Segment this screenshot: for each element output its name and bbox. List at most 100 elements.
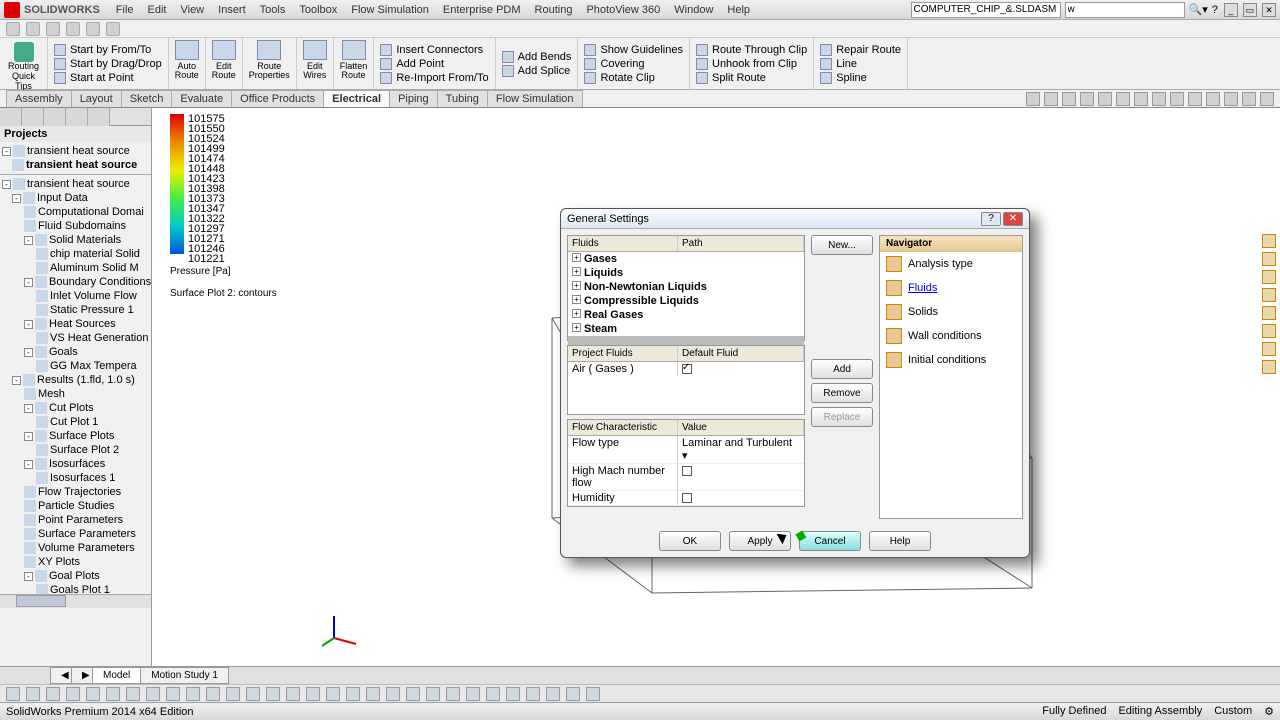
view-icon-5[interactable] (1116, 92, 1130, 106)
nav-initial-conditions[interactable]: Initial conditions (880, 348, 1022, 372)
add-button[interactable]: Add (811, 359, 873, 379)
tab-layout[interactable]: Layout (71, 90, 122, 107)
ribbon-auto-route[interactable]: Auto Route (169, 38, 206, 89)
view-icon-10[interactable] (1206, 92, 1220, 106)
graphics-viewport[interactable]: 1015751015501015241014991014741014481014… (152, 108, 1280, 698)
tab-electrical[interactable]: Electrical (323, 90, 390, 107)
fs-tool-8[interactable] (1262, 360, 1276, 374)
ribbon-re-import-from-to[interactable]: Re-Import From/To (378, 71, 490, 85)
nav-analysis-type[interactable]: Analysis type (880, 252, 1022, 276)
menu-enterprise-pdm[interactable]: Enterprise PDM (437, 2, 527, 18)
dialog-close-button[interactable]: ✕ (1003, 212, 1023, 226)
tab-office-products[interactable]: Office Products (231, 90, 324, 107)
tree-particle-studies[interactable]: Particle Studies (0, 499, 151, 513)
panel-scrollbar[interactable] (0, 594, 151, 608)
view-icon-8[interactable] (1170, 92, 1184, 106)
fs-tool-1[interactable] (1262, 234, 1276, 248)
tree-vs-heat-generation[interactable]: VS Heat Generation (0, 331, 151, 345)
new-icon[interactable] (6, 22, 20, 36)
tree-isosurfaces[interactable]: -Isosurfaces (0, 457, 151, 471)
tree-inlet-volume-flow[interactable]: Inlet Volume Flow (0, 289, 151, 303)
btool-5[interactable] (106, 687, 120, 701)
fs-tool-6[interactable] (1262, 324, 1276, 338)
tree-transient-heat-source[interactable]: -transient heat source (0, 144, 151, 158)
menu-insert[interactable]: Insert (212, 2, 252, 18)
btool-24[interactable] (486, 687, 500, 701)
btool-3[interactable] (66, 687, 80, 701)
flow-high-mach-number-flow[interactable]: High Mach number flow (568, 464, 804, 491)
orientation-triad[interactable] (322, 610, 362, 653)
menu-window[interactable]: Window (668, 2, 719, 18)
tree-volume-parameters[interactable]: Volume Parameters (0, 541, 151, 555)
fluid-compressible-liquids[interactable]: +Compressible Liquids (568, 294, 804, 308)
btool-7[interactable] (146, 687, 160, 701)
search-icon[interactable]: 🔍▾ (1189, 3, 1208, 16)
btool-17[interactable] (346, 687, 360, 701)
btool-0[interactable] (6, 687, 20, 701)
btool-9[interactable] (186, 687, 200, 701)
btool-6[interactable] (126, 687, 140, 701)
ribbon-unhook-from-clip[interactable]: Unhook from Clip (694, 57, 809, 71)
tree-results-1-fld-1-0-s-[interactable]: -Results (1.fld, 1.0 s) (0, 373, 151, 387)
ribbon-line[interactable]: Line (818, 57, 903, 71)
status-icon[interactable]: ⚙ (1264, 705, 1274, 718)
btool-20[interactable] (406, 687, 420, 701)
ribbon-spline[interactable]: Spline (818, 71, 903, 85)
ribbon-flatten-route[interactable]: Flatten Route (334, 38, 375, 89)
ribbon-add-splice[interactable]: Add Splice (500, 64, 574, 78)
replace-button[interactable]: Replace (811, 407, 873, 427)
view-icon-12[interactable] (1242, 92, 1256, 106)
tree-computational-domai[interactable]: Computational Domai (0, 205, 151, 219)
flow-characteristic-list[interactable]: Flow Characteristic Value Flow typeLamin… (567, 419, 805, 507)
fs-tool-5[interactable] (1262, 306, 1276, 320)
ribbon-route-through-clip[interactable]: Route Through Clip (694, 43, 809, 57)
fluid-real-gases[interactable]: +Real Gases (568, 308, 804, 322)
view-icon-6[interactable] (1134, 92, 1148, 106)
btool-15[interactable] (306, 687, 320, 701)
btab-model[interactable]: Model (92, 667, 141, 684)
minimize-button[interactable]: _ (1224, 3, 1238, 17)
fs-tool-7[interactable] (1262, 342, 1276, 356)
tree-point-parameters[interactable]: Point Parameters (0, 513, 151, 527)
ribbon-split-route[interactable]: Split Route (694, 71, 809, 85)
btool-25[interactable] (506, 687, 520, 701)
tree-xy-plots[interactable]: XY Plots (0, 555, 151, 569)
view-icon-7[interactable] (1152, 92, 1166, 106)
tree-gg-max-tempera[interactable]: GG Max Tempera (0, 359, 151, 373)
ribbon-insert-connectors[interactable]: Insert Connectors (378, 43, 490, 57)
tree-input-data[interactable]: -Input Data (0, 191, 151, 205)
nav-wall-conditions[interactable]: Wall conditions (880, 324, 1022, 348)
search-field[interactable] (1065, 2, 1185, 18)
fm-tab-1[interactable] (0, 108, 22, 126)
options-icon[interactable] (106, 22, 120, 36)
tree-flow-trajectories[interactable]: Flow Trajectories (0, 485, 151, 499)
tab-assembly[interactable]: Assembly (6, 90, 72, 107)
tree-static-pressure-1[interactable]: Static Pressure 1 (0, 303, 151, 317)
btool-26[interactable] (526, 687, 540, 701)
dialog-help-button[interactable]: ? (981, 212, 1001, 226)
open-icon[interactable] (26, 22, 40, 36)
tree-fluid-subdomains[interactable]: Fluid Subdomains (0, 219, 151, 233)
fm-tab-5[interactable] (88, 108, 110, 126)
btool-19[interactable] (386, 687, 400, 701)
fluid-liquids[interactable]: +Liquids (568, 266, 804, 280)
menu-toolbox[interactable]: Toolbox (293, 2, 343, 18)
fluid-gases[interactable]: +Gases (568, 252, 804, 266)
tree-solid-materials[interactable]: -Solid Materials (0, 233, 151, 247)
btool-23[interactable] (466, 687, 480, 701)
help-icon[interactable]: ? (1212, 4, 1218, 16)
menu-help[interactable]: Help (721, 2, 756, 18)
ribbon-add-bends[interactable]: Add Bends (500, 50, 574, 64)
restore-button[interactable]: ▭ (1243, 3, 1257, 17)
btab-motion-study-1[interactable]: Motion Study 1 (140, 667, 229, 684)
btool-18[interactable] (366, 687, 380, 701)
tab-flow-simulation[interactable]: Flow Simulation (487, 90, 583, 107)
flow-humidity[interactable]: Humidity (568, 491, 804, 506)
view-icon-13[interactable] (1260, 92, 1274, 106)
view-icon-2[interactable] (1062, 92, 1076, 106)
btool-13[interactable] (266, 687, 280, 701)
fluid-steam[interactable]: +Steam (568, 322, 804, 336)
remove-button[interactable]: Remove (811, 383, 873, 403)
close-button[interactable]: ✕ (1262, 3, 1276, 17)
tree-surface-plots[interactable]: -Surface Plots (0, 429, 151, 443)
